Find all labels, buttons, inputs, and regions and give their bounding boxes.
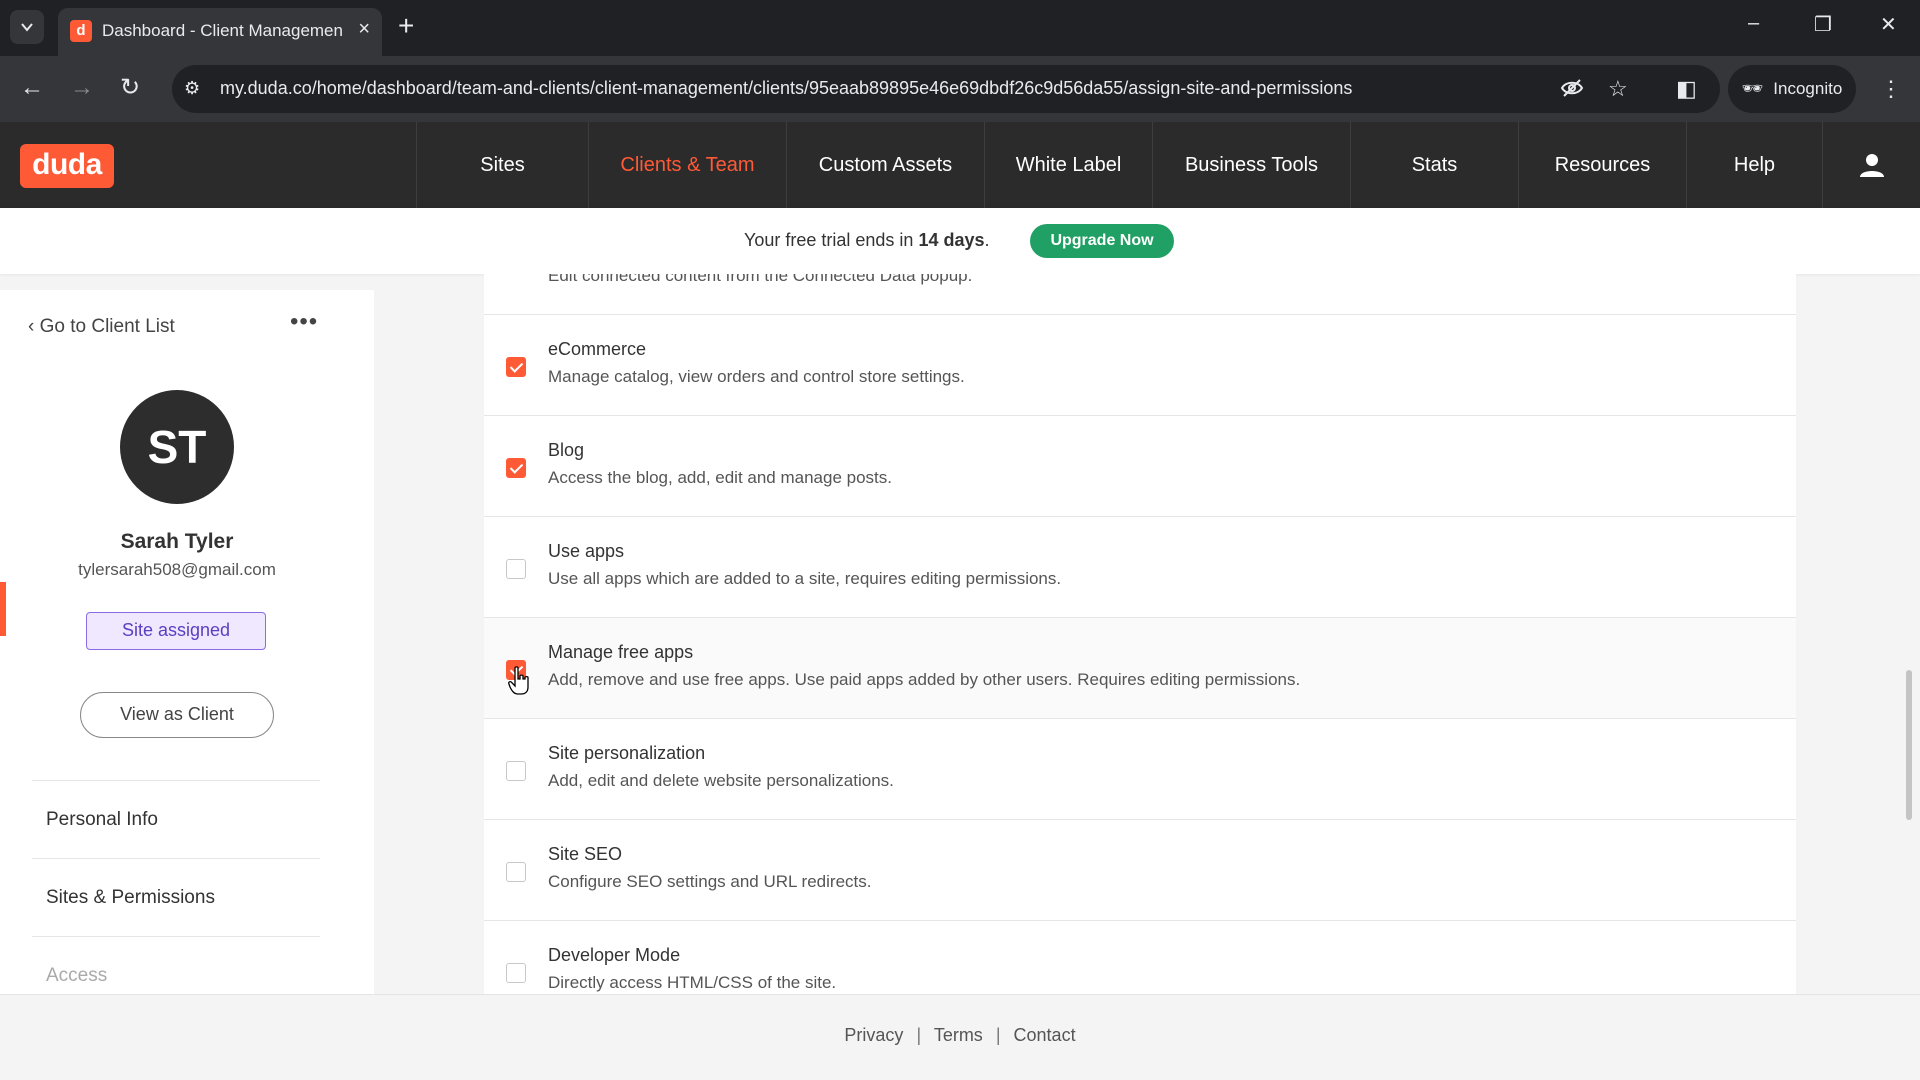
browser-tab-bar: d Dashboard - Client Managemen × + – ❐ ✕: [0, 0, 1920, 56]
permission-title: Site personalization: [548, 743, 706, 763]
permission-title: Manage free apps: [548, 642, 694, 662]
permission-row-manage-free-apps: Manage free apps Add, remove and use fre…: [484, 617, 1796, 718]
incognito-label: Incognito: [1773, 79, 1843, 98]
back-link-label: Go to Client List: [39, 316, 175, 337]
incognito-badge[interactable]: 🕶 Incognito: [1728, 65, 1856, 113]
nav-white-label[interactable]: White Label: [984, 122, 1152, 208]
site-personalization-checkbox[interactable]: [506, 761, 526, 781]
sidebar-item-sites-permissions[interactable]: Sites & Permissions: [32, 858, 320, 936]
permission-description: Add, edit and delete website personaliza…: [548, 771, 894, 790]
permission-description: Add, remove and use free apps. Use paid …: [548, 670, 1301, 689]
blog-checkbox[interactable]: [506, 458, 526, 478]
permission-row-use-apps: Use apps Use all apps which are added to…: [484, 516, 1796, 617]
avatar: ST: [120, 390, 234, 504]
nav-business-tools[interactable]: Business Tools: [1152, 122, 1350, 208]
client-sidebar: ‹ Go to Client List ••• ST Sarah Tyler t…: [0, 290, 374, 994]
client-name: Sarah Tyler: [120, 530, 234, 553]
hand-pointer-icon: [508, 666, 529, 695]
client-email: tylersarah508@gmail.com: [78, 560, 276, 579]
nav-stats[interactable]: Stats: [1350, 122, 1518, 208]
permission-row-site-personalization: Site personalization Add, edit and delet…: [484, 718, 1796, 819]
nav-custom-assets[interactable]: Custom Assets: [786, 122, 984, 208]
user-icon: [1859, 154, 1884, 177]
minimize-icon[interactable]: –: [1748, 12, 1759, 35]
chevron-down-icon: [21, 23, 33, 32]
permission-description: Use all apps which are added to a site, …: [548, 569, 1062, 588]
browser-menu-icon[interactable]: ⋮: [1880, 76, 1902, 102]
permission-row-ecommerce: eCommerce Manage catalog, view orders an…: [484, 314, 1796, 415]
footer-separator: |: [995, 1025, 1001, 1045]
chevron-left-icon: ‹: [28, 316, 35, 337]
developer-mode-checkbox[interactable]: [506, 963, 526, 983]
page-footer: Privacy | Terms | Contact: [0, 994, 1920, 1080]
terms-link[interactable]: Terms: [934, 1025, 983, 1045]
back-arrow-icon[interactable]: ←: [20, 74, 44, 102]
tab-close-icon[interactable]: ×: [358, 18, 370, 41]
go-to-client-list-link[interactable]: ‹ Go to Client List: [28, 316, 175, 338]
upgrade-now-button[interactable]: Upgrade Now: [1030, 224, 1174, 258]
main-nav: Sites Clients & Team Custom Assets White…: [416, 122, 1822, 208]
trial-text-suffix: .: [984, 230, 990, 250]
incognito-icon: 🕶: [1741, 79, 1764, 98]
active-item-indicator: [0, 582, 6, 636]
trial-days-remaining: 14 days: [918, 230, 985, 250]
permission-row-blog: Blog Access the blog, add, edit and mana…: [484, 415, 1796, 516]
browser-tab-active[interactable]: d Dashboard - Client Managemen ×: [58, 8, 382, 56]
site-seo-checkbox[interactable]: [506, 862, 526, 882]
nav-clients-team[interactable]: Clients & Team: [588, 122, 786, 208]
nav-sites[interactable]: Sites: [416, 122, 588, 208]
contact-link[interactable]: Contact: [1014, 1025, 1076, 1045]
permission-row-partial: Edit connected content from the Connecte…: [484, 274, 1796, 315]
url-text[interactable]: my.duda.co/home/dashboard/team-and-clien…: [220, 78, 1352, 99]
nav-help[interactable]: Help: [1686, 122, 1822, 208]
duda-logo[interactable]: duda: [20, 144, 114, 188]
tab-title: Dashboard - Client Managemen: [102, 21, 342, 40]
more-options-icon[interactable]: •••: [290, 308, 318, 336]
permission-title: Developer Mode: [548, 945, 681, 965]
sidebar-item-personal-info[interactable]: Personal Info: [32, 780, 320, 858]
duda-favicon-icon: d: [70, 20, 92, 42]
permission-description: Access the blog, add, edit and manage po…: [548, 468, 893, 487]
sidebar-menu: Personal Info Sites & Permissions Access: [32, 780, 320, 1014]
permission-title: Site SEO: [548, 844, 623, 864]
side-panel-icon[interactable]: ◧: [1676, 76, 1697, 102]
footer-separator: |: [916, 1025, 922, 1045]
trial-message: Your free trial ends in 14 days.: [744, 230, 990, 251]
restore-window-icon[interactable]: ❐: [1814, 12, 1832, 37]
eye-off-icon[interactable]: [1560, 76, 1584, 106]
view-as-client-button[interactable]: View as Client: [80, 692, 274, 738]
account-button[interactable]: [1822, 122, 1920, 208]
app-navigation: duda Sites Clients & Team Custom Assets …: [0, 122, 1920, 208]
ecommerce-checkbox[interactable]: [506, 357, 526, 377]
trial-text-prefix: Your free trial ends in: [744, 230, 914, 250]
new-tab-plus-icon[interactable]: +: [398, 12, 414, 40]
status-badge: Site assigned: [86, 612, 266, 650]
privacy-link[interactable]: Privacy: [844, 1025, 903, 1045]
permission-description: Directly access HTML/CSS of the site.: [548, 973, 837, 992]
permission-row-site-seo: Site SEO Configure SEO settings and URL …: [484, 819, 1796, 920]
permissions-panel: Edit connected content from the Connecte…: [484, 274, 1796, 994]
reload-icon[interactable]: ↻: [120, 74, 140, 102]
permission-description: Manage catalog, view orders and control …: [548, 367, 965, 386]
forward-arrow-icon[interactable]: →: [70, 74, 94, 102]
permission-description: Edit connected content from the Connecte…: [548, 274, 973, 285]
permission-title: Use apps: [548, 541, 625, 561]
page-scrollbar[interactable]: [1906, 670, 1912, 820]
footer-links: Privacy | Terms | Contact: [0, 1025, 1920, 1046]
trial-banner: Your free trial ends in 14 days. Upgrade…: [0, 208, 1920, 274]
browser-toolbar: ← → ↻ ⚙ my.duda.co/home/dashboard/team-a…: [0, 56, 1920, 122]
permission-title: eCommerce: [548, 339, 647, 359]
site-info-tune-icon[interactable]: ⚙: [184, 78, 200, 99]
use-apps-checkbox[interactable]: [506, 559, 526, 579]
permission-title: Blog: [548, 440, 585, 460]
tab-search-button[interactable]: [10, 10, 44, 44]
permission-description: Configure SEO settings and URL redirects…: [548, 872, 872, 891]
nav-resources[interactable]: Resources: [1518, 122, 1686, 208]
bookmark-star-icon[interactable]: ☆: [1608, 76, 1628, 102]
close-window-icon[interactable]: ✕: [1880, 12, 1897, 37]
permission-row-developer-mode: Developer Mode Directly access HTML/CSS …: [484, 920, 1796, 994]
